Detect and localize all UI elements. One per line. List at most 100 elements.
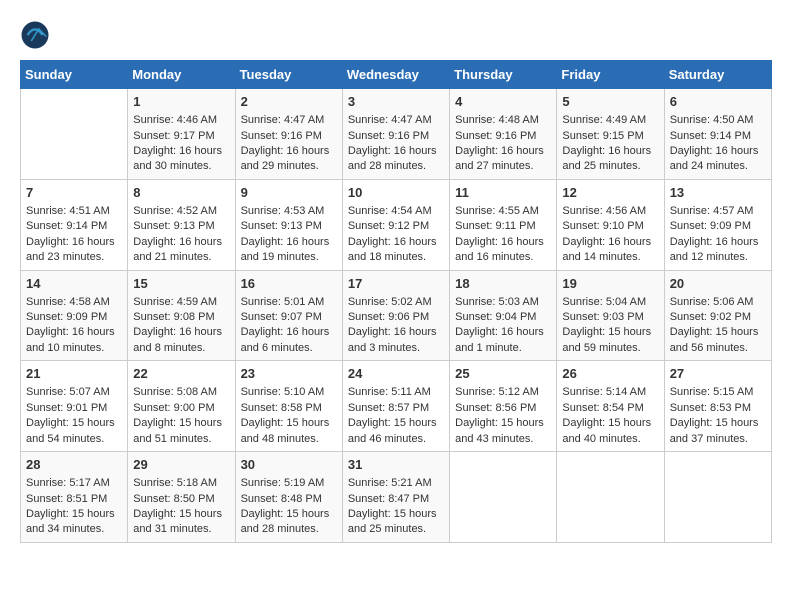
day-info: Sunset: 9:11 PM	[455, 219, 551, 234]
calendar-cell: 26Sunrise: 5:14 AMSunset: 8:54 PMDayligh…	[557, 361, 664, 452]
day-info: and 10 minutes.	[26, 341, 122, 356]
day-info: and 12 minutes.	[670, 250, 766, 265]
calendar-cell: 30Sunrise: 5:19 AMSunset: 8:48 PMDayligh…	[235, 452, 342, 543]
day-number: 18	[455, 275, 551, 293]
calendar-cell: 15Sunrise: 4:59 AMSunset: 9:08 PMDayligh…	[128, 270, 235, 361]
day-info: Sunrise: 4:55 AM	[455, 204, 551, 219]
day-number: 7	[26, 184, 122, 202]
day-info: Sunrise: 4:54 AM	[348, 204, 444, 219]
day-info: Sunrise: 5:15 AM	[670, 385, 766, 400]
day-header-tuesday: Tuesday	[235, 61, 342, 89]
day-info: Daylight: 15 hours	[241, 416, 337, 431]
week-row-1: 1Sunrise: 4:46 AMSunset: 9:17 PMDaylight…	[21, 89, 772, 180]
day-info: Sunset: 9:07 PM	[241, 310, 337, 325]
day-info: and 56 minutes.	[670, 341, 766, 356]
calendar-cell	[21, 89, 128, 180]
day-info: Sunrise: 5:17 AM	[26, 476, 122, 491]
day-number: 5	[562, 93, 658, 111]
day-info: Daylight: 16 hours	[241, 325, 337, 340]
day-info: Sunset: 9:01 PM	[26, 401, 122, 416]
day-info: and 48 minutes.	[241, 432, 337, 447]
day-number: 28	[26, 456, 122, 474]
day-info: Sunrise: 5:02 AM	[348, 295, 444, 310]
day-info: and 21 minutes.	[133, 250, 229, 265]
calendar-cell: 12Sunrise: 4:56 AMSunset: 9:10 PMDayligh…	[557, 179, 664, 270]
day-info: Sunrise: 5:18 AM	[133, 476, 229, 491]
day-info: Daylight: 16 hours	[455, 144, 551, 159]
day-number: 14	[26, 275, 122, 293]
day-header-thursday: Thursday	[450, 61, 557, 89]
day-number: 20	[670, 275, 766, 293]
day-number: 6	[670, 93, 766, 111]
calendar-cell: 19Sunrise: 5:04 AMSunset: 9:03 PMDayligh…	[557, 270, 664, 361]
day-info: and 28 minutes.	[348, 159, 444, 174]
calendar-cell: 4 Sunrise: 4:48 AMSunset: 9:16 PMDaylight…	[450, 89, 557, 180]
day-info: Sunset: 9:16 PM	[455, 129, 551, 144]
day-info: Daylight: 15 hours	[348, 507, 444, 522]
calendar-cell: 23Sunrise: 5:10 AMSunset: 8:58 PMDayligh…	[235, 361, 342, 452]
day-info: and 24 minutes.	[670, 159, 766, 174]
day-info: Sunset: 9:06 PM	[348, 310, 444, 325]
day-info: Sunset: 9:08 PM	[133, 310, 229, 325]
day-header-monday: Monday	[128, 61, 235, 89]
day-info: Daylight: 16 hours	[670, 235, 766, 250]
day-info: Daylight: 16 hours	[26, 235, 122, 250]
day-number: 13	[670, 184, 766, 202]
day-number: 4	[455, 93, 551, 111]
day-info: and 14 minutes.	[562, 250, 658, 265]
day-info: Sunset: 9:13 PM	[241, 219, 337, 234]
day-info: Sunset: 9:09 PM	[26, 310, 122, 325]
logo	[20, 20, 54, 50]
day-number: 11	[455, 184, 551, 202]
day-info: Sunset: 8:57 PM	[348, 401, 444, 416]
day-number: 24	[348, 365, 444, 383]
day-info: Daylight: 16 hours	[455, 325, 551, 340]
day-number: 1	[133, 93, 229, 111]
day-info: and 43 minutes.	[455, 432, 551, 447]
day-info: and 3 minutes.	[348, 341, 444, 356]
calendar-cell: 27Sunrise: 5:15 AMSunset: 8:53 PMDayligh…	[664, 361, 771, 452]
calendar-cell: 21Sunrise: 5:07 AMSunset: 9:01 PMDayligh…	[21, 361, 128, 452]
calendar-table: SundayMondayTuesdayWednesdayThursdayFrid…	[20, 60, 772, 543]
day-info: Sunrise: 4:57 AM	[670, 204, 766, 219]
calendar-cell: 29Sunrise: 5:18 AMSunset: 8:50 PMDayligh…	[128, 452, 235, 543]
day-info: Daylight: 16 hours	[455, 235, 551, 250]
week-row-3: 14Sunrise: 4:58 AMSunset: 9:09 PMDayligh…	[21, 270, 772, 361]
calendar-cell: 25Sunrise: 5:12 AMSunset: 8:56 PMDayligh…	[450, 361, 557, 452]
day-info: and 37 minutes.	[670, 432, 766, 447]
week-row-4: 21Sunrise: 5:07 AMSunset: 9:01 PMDayligh…	[21, 361, 772, 452]
day-info: Sunrise: 4:47 AM	[348, 113, 444, 128]
day-info: Sunrise: 5:01 AM	[241, 295, 337, 310]
day-info: Sunset: 8:54 PM	[562, 401, 658, 416]
day-info: Daylight: 16 hours	[241, 144, 337, 159]
day-header-saturday: Saturday	[664, 61, 771, 89]
day-info: and 54 minutes.	[26, 432, 122, 447]
day-number: 21	[26, 365, 122, 383]
day-info: Daylight: 15 hours	[348, 416, 444, 431]
day-info: Sunrise: 5:04 AM	[562, 295, 658, 310]
day-info: and 46 minutes.	[348, 432, 444, 447]
day-info: Daylight: 15 hours	[133, 416, 229, 431]
day-info: Sunset: 8:56 PM	[455, 401, 551, 416]
calendar-cell: 31Sunrise: 5:21 AMSunset: 8:47 PMDayligh…	[342, 452, 449, 543]
day-info: and 40 minutes.	[562, 432, 658, 447]
day-info: and 29 minutes.	[241, 159, 337, 174]
day-info: Sunset: 9:02 PM	[670, 310, 766, 325]
day-info: Daylight: 16 hours	[670, 144, 766, 159]
days-header-row: SundayMondayTuesdayWednesdayThursdayFrid…	[21, 61, 772, 89]
calendar-cell: 16Sunrise: 5:01 AMSunset: 9:07 PMDayligh…	[235, 270, 342, 361]
day-info: Sunrise: 5:08 AM	[133, 385, 229, 400]
day-info: Daylight: 16 hours	[348, 235, 444, 250]
day-number: 30	[241, 456, 337, 474]
day-info: Sunrise: 4:47 AM	[241, 113, 337, 128]
day-header-friday: Friday	[557, 61, 664, 89]
day-info: Sunset: 8:48 PM	[241, 492, 337, 507]
day-number: 15	[133, 275, 229, 293]
day-info: Sunset: 8:58 PM	[241, 401, 337, 416]
day-number: 19	[562, 275, 658, 293]
day-info: Sunrise: 4:49 AM	[562, 113, 658, 128]
day-info: Sunrise: 4:48 AM	[455, 113, 551, 128]
day-info: Sunset: 8:53 PM	[670, 401, 766, 416]
day-info: Sunset: 9:15 PM	[562, 129, 658, 144]
calendar-cell: 10Sunrise: 4:54 AMSunset: 9:12 PMDayligh…	[342, 179, 449, 270]
